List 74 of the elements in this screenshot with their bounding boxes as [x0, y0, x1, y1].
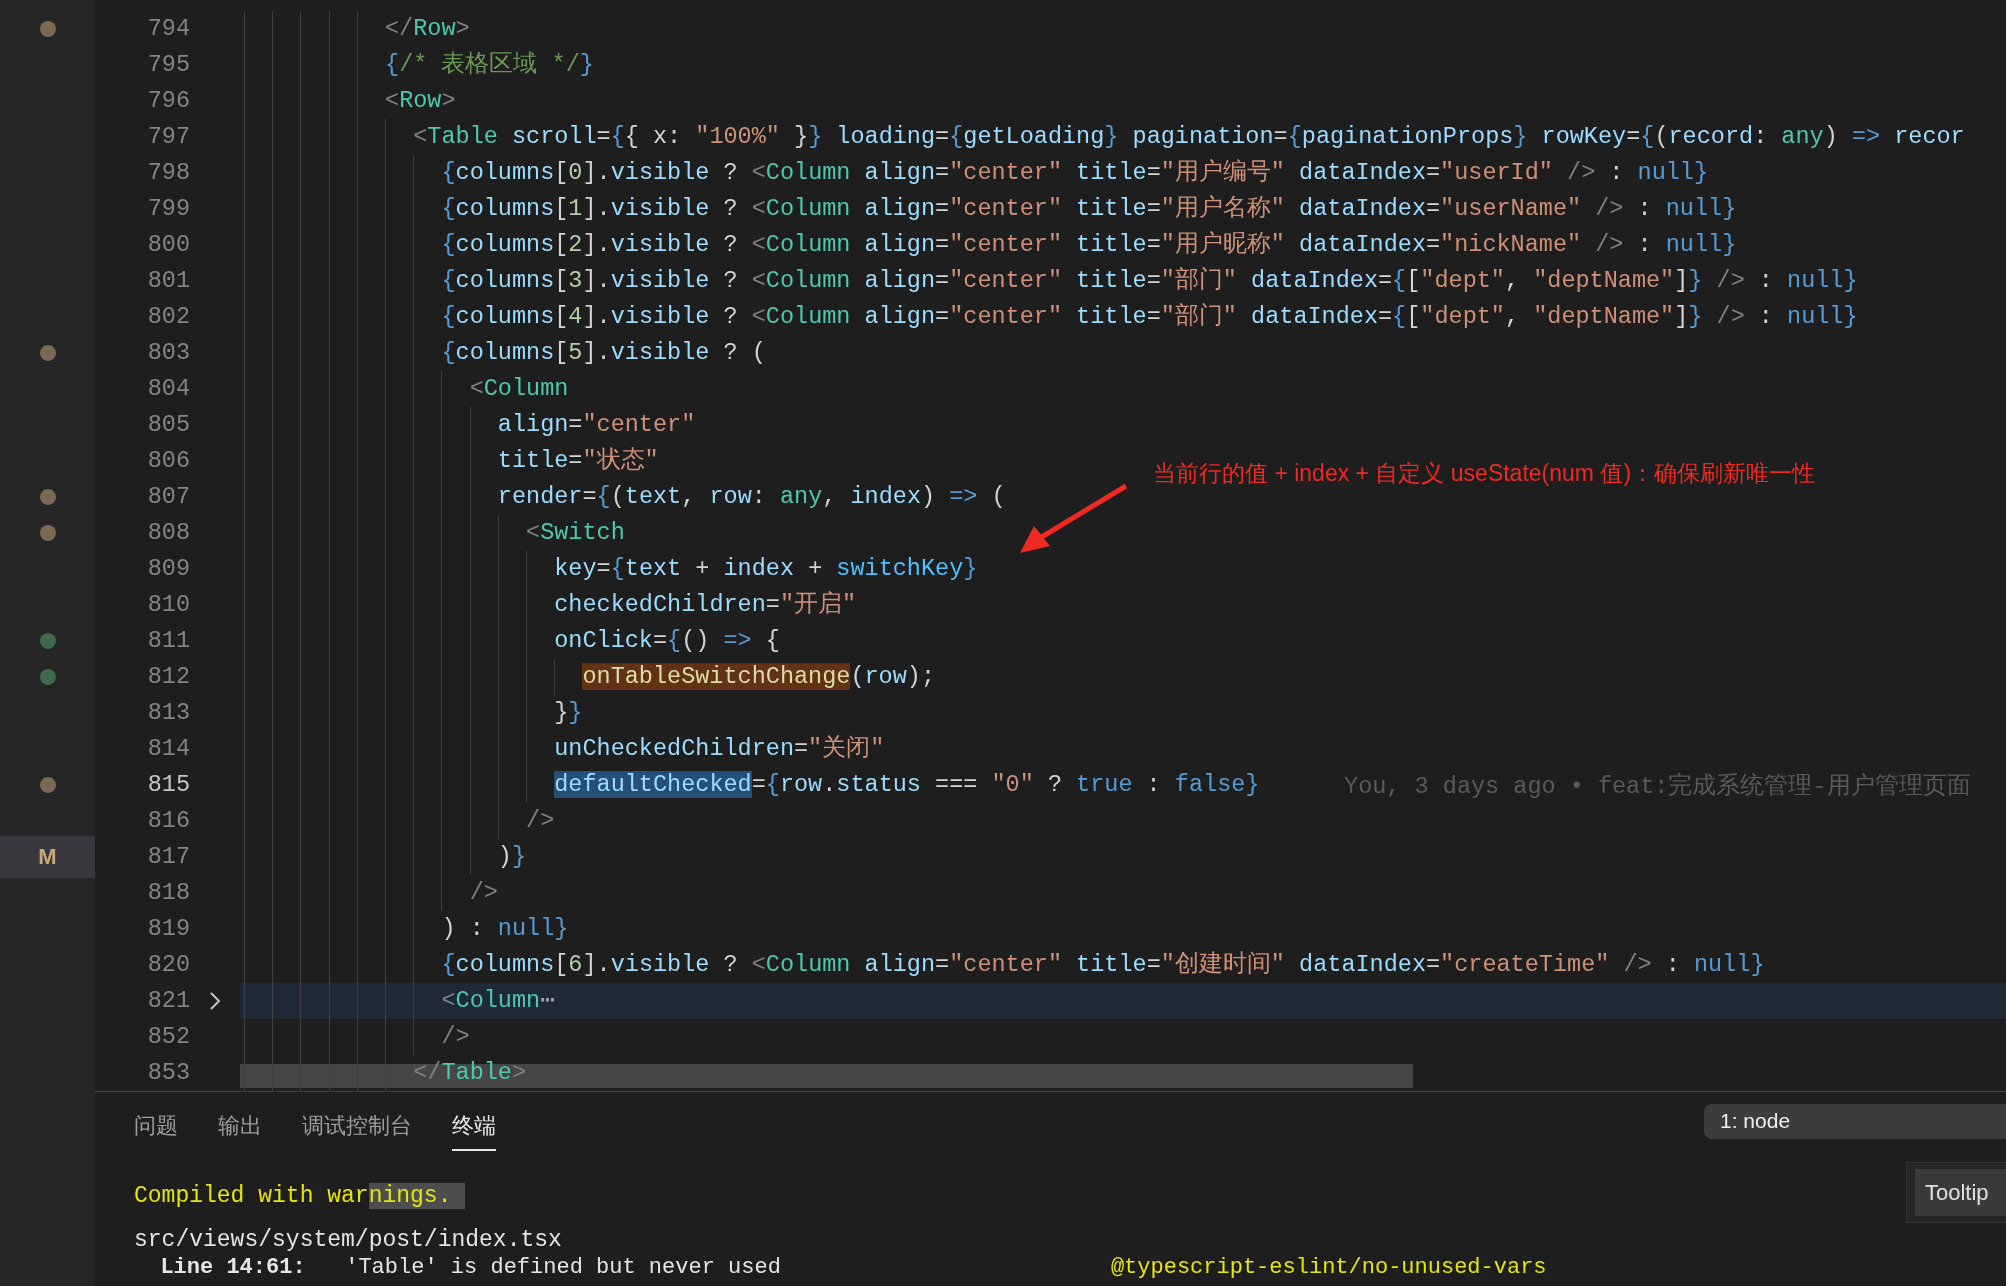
code-line: }}: [554, 698, 583, 728]
line-number: 852: [147, 1023, 190, 1050]
line-number: 802: [147, 303, 190, 330]
code-line: {columns[4].visible ? <Column align="center" title="部门" dataIndex={["dept", "deptName"]} /> : null}: [441, 302, 1858, 332]
line-number: 805: [147, 411, 190, 438]
code-line: />: [526, 806, 555, 836]
code-line: defaultChecked={row.status === "0" ? true : false}: [554, 770, 1260, 800]
line-number: 807: [147, 483, 190, 510]
line-number: 803: [147, 339, 190, 366]
code-line: align="center": [497, 410, 696, 440]
line-number: 800: [147, 231, 190, 258]
line-number: 798: [147, 159, 190, 186]
code-line: </Row>: [385, 14, 470, 44]
code-line: {columns[0].visible ? <Column align="center" title="用户编号" dataIndex="userId" /> : null}: [441, 158, 1709, 188]
code-line: render={(text, row: any, index) => (: [497, 482, 1006, 512]
line-number: 814: [147, 735, 190, 762]
problem-message: 'Table' is defined but never used: [345, 1254, 781, 1282]
code-line: <Switch: [526, 518, 625, 548]
line-number: 796: [147, 87, 190, 114]
panel-tab[interactable]: 调试控制台: [302, 1103, 412, 1151]
chevron-right-icon[interactable]: [209, 991, 221, 1011]
terminal-line: Compiled with warnings.: [134, 1182, 466, 1210]
code-line: {columns[3].visible ? <Column align="center" title="部门" dataIndex={["dept", "deptName"]} /> : null}: [441, 266, 1858, 296]
code-line: key={text + index + switchKey}: [554, 554, 978, 584]
line-number: 797: [147, 123, 190, 150]
terminal-dropdown[interactable]: 1: node: [1704, 1103, 2006, 1139]
line-number: 813: [147, 699, 190, 726]
code-line: </Table>: [413, 1058, 527, 1088]
line-number: 815: [147, 771, 190, 798]
panel-tab[interactable]: 输出: [218, 1103, 262, 1151]
code-line: {columns[2].visible ? <Column align="center" title="用户昵称" dataIndex="nickName" /> : null}: [441, 230, 1737, 260]
line-number: 812: [147, 663, 190, 690]
code-line: title="状态": [497, 446, 659, 476]
terminal-line: src/views/system/post/index.tsx: [134, 1226, 562, 1254]
line-number: 794: [147, 15, 190, 42]
code-line: {columns[1].visible ? <Column align="center" title="用户名称" dataIndex="userName" /> : null}: [441, 194, 1737, 224]
line-number: 808: [147, 519, 190, 546]
tooltip: Tooltip: [1906, 1162, 2006, 1223]
line-number: 818: [147, 879, 190, 906]
panel-tab[interactable]: 问题: [134, 1103, 178, 1151]
line-number: 809: [147, 555, 190, 582]
line-number: 816: [147, 807, 190, 834]
line-number: 820: [147, 951, 190, 978]
code-line: ) : null}: [441, 914, 569, 944]
code-line: {columns[6].visible ? <Column align="center" title="创建时间" dataIndex="createTime" /> : null}: [441, 950, 1765, 980]
line-number: 811: [147, 627, 190, 654]
line-number: 806: [147, 447, 190, 474]
code-line: <Table scroll={{ x: "100%" }} loading={getLoading} pagination={paginationProps} rowKey={(record: any) => recor: [413, 122, 1965, 152]
code-line: )}: [497, 842, 527, 872]
code-line: onClick={() => {: [554, 626, 780, 656]
code-line: />: [469, 878, 498, 908]
problem-location: Line 14:61:: [160, 1254, 306, 1282]
blame-annotation: You, 3 days ago • feat:完成系统管理-用户管理页面: [1344, 771, 1971, 801]
code-line: <Column: [469, 374, 569, 404]
code-line: <Column⋯: [441, 986, 555, 1016]
line-number: 817: [147, 843, 190, 870]
line-number: 810: [147, 591, 190, 618]
line-number: 819: [147, 915, 190, 942]
panel-tab[interactable]: 终端: [452, 1103, 496, 1151]
line-number: 821: [147, 987, 190, 1014]
code-line: {columns[5].visible ? (: [441, 338, 766, 368]
annotation-text: 当前行的值 + index + 自定义 useState(num 值)：确保刷新唯一性: [1153, 459, 1816, 488]
code-line: {/* 表格区域 */}: [385, 50, 594, 80]
line-number: 804: [147, 375, 190, 402]
line-number: 795: [147, 51, 190, 78]
lint-rule: @typescript-eslint/no-unused-vars: [1110, 1254, 1547, 1282]
code-line: checkedChildren="开启": [554, 590, 857, 620]
code-line: unCheckedChildren="关闭": [554, 734, 885, 764]
line-number: 853: [147, 1059, 190, 1086]
line-number: 799: [147, 195, 190, 222]
modified-badge: M: [0, 836, 95, 878]
line-number: 801: [147, 267, 190, 294]
code-line: <Row>: [385, 86, 456, 116]
code-line: />: [441, 1022, 470, 1052]
